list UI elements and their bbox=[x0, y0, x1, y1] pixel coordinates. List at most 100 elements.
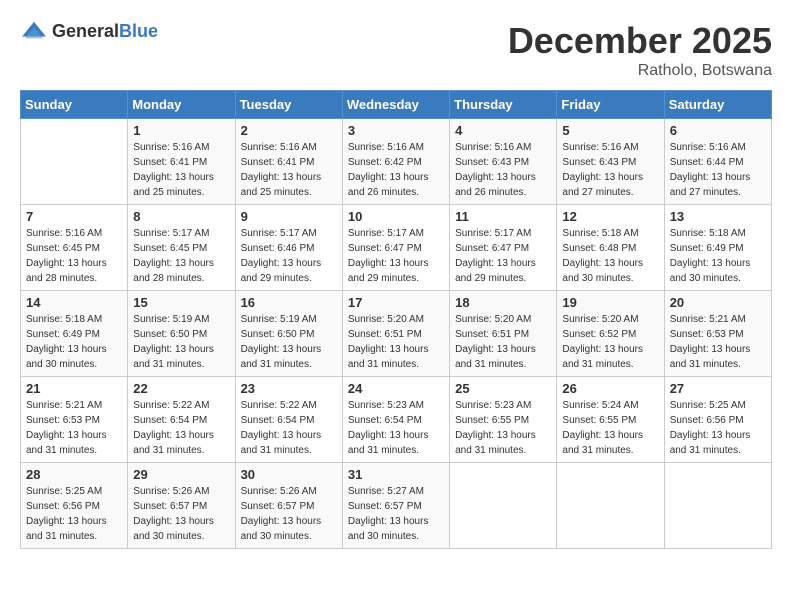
day-info: Sunrise: 5:22 AM Sunset: 6:54 PM Dayligh… bbox=[133, 398, 229, 458]
day-number: 9 bbox=[241, 209, 337, 224]
calendar-cell: 20 Sunrise: 5:21 AM Sunset: 6:53 PM Dayli… bbox=[664, 291, 771, 377]
page-header: GeneralBlue December 2025 Ratholo, Botsw… bbox=[20, 20, 772, 80]
day-info: Sunrise: 5:24 AM Sunset: 6:55 PM Dayligh… bbox=[562, 398, 658, 458]
day-info: Sunrise: 5:17 AM Sunset: 6:47 PM Dayligh… bbox=[348, 226, 444, 286]
day-info: Sunrise: 5:20 AM Sunset: 6:52 PM Dayligh… bbox=[562, 312, 658, 372]
day-number: 29 bbox=[133, 467, 229, 482]
calendar-cell: 31 Sunrise: 5:27 AM Sunset: 6:57 PM Dayli… bbox=[342, 463, 449, 549]
calendar-week-row: 21 Sunrise: 5:21 AM Sunset: 6:53 PM Dayli… bbox=[21, 377, 772, 463]
calendar-cell: 24 Sunrise: 5:23 AM Sunset: 6:54 PM Dayli… bbox=[342, 377, 449, 463]
calendar-cell: 17 Sunrise: 5:20 AM Sunset: 6:51 PM Dayli… bbox=[342, 291, 449, 377]
calendar-cell: 28 Sunrise: 5:25 AM Sunset: 6:56 PM Dayli… bbox=[21, 463, 128, 549]
day-info: Sunrise: 5:18 AM Sunset: 6:48 PM Dayligh… bbox=[562, 226, 658, 286]
location-title: Ratholo, Botswana bbox=[508, 62, 772, 80]
day-number: 16 bbox=[241, 295, 337, 310]
calendar-cell: 8 Sunrise: 5:17 AM Sunset: 6:45 PM Daylig… bbox=[128, 205, 235, 291]
calendar-week-row: 7Sunrise: 5:16 AM Sunset: 6:45 PM Daylig… bbox=[21, 205, 772, 291]
calendar-cell: 10Sunrise: 5:17 AM Sunset: 6:47 PM Dayli… bbox=[342, 205, 449, 291]
day-number: 31 bbox=[348, 467, 444, 482]
day-info: Sunrise: 5:27 AM Sunset: 6:57 PM Dayligh… bbox=[348, 484, 444, 544]
calendar-day-header: Thursday bbox=[450, 91, 557, 119]
calendar-cell: 21 Sunrise: 5:21 AM Sunset: 6:53 PM Dayli… bbox=[21, 377, 128, 463]
day-number: 22 bbox=[133, 381, 229, 396]
calendar-day-header: Monday bbox=[128, 91, 235, 119]
calendar-day-header: Wednesday bbox=[342, 91, 449, 119]
calendar-day-header: Friday bbox=[557, 91, 664, 119]
calendar-week-row: 14Sunrise: 5:18 AM Sunset: 6:49 PM Dayli… bbox=[21, 291, 772, 377]
calendar-cell: 9 Sunrise: 5:17 AM Sunset: 6:46 PM Daylig… bbox=[235, 205, 342, 291]
calendar-day-header: Tuesday bbox=[235, 91, 342, 119]
day-number: 4 bbox=[455, 123, 551, 138]
title-section: December 2025 Ratholo, Botswana bbox=[508, 20, 772, 80]
day-info: Sunrise: 5:25 AM Sunset: 6:56 PM Dayligh… bbox=[26, 484, 122, 544]
day-info: Sunrise: 5:21 AM Sunset: 6:53 PM Dayligh… bbox=[26, 398, 122, 458]
calendar-cell: 3 Sunrise: 5:16 AM Sunset: 6:42 PM Daylig… bbox=[342, 119, 449, 205]
calendar-week-row: 1 Sunrise: 5:16 AM Sunset: 6:41 PM Daylig… bbox=[21, 119, 772, 205]
day-info: Sunrise: 5:22 AM Sunset: 6:54 PM Dayligh… bbox=[241, 398, 337, 458]
day-info: Sunrise: 5:26 AM Sunset: 6:57 PM Dayligh… bbox=[241, 484, 337, 544]
day-number: 30 bbox=[241, 467, 337, 482]
day-number: 2 bbox=[241, 123, 337, 138]
day-number: 21 bbox=[26, 381, 122, 396]
day-number: 24 bbox=[348, 381, 444, 396]
day-number: 27 bbox=[670, 381, 766, 396]
calendar-cell: 19 Sunrise: 5:20 AM Sunset: 6:52 PM Dayli… bbox=[557, 291, 664, 377]
day-info: Sunrise: 5:16 AM Sunset: 6:41 PM Dayligh… bbox=[241, 140, 337, 200]
day-info: Sunrise: 5:16 AM Sunset: 6:45 PM Dayligh… bbox=[26, 226, 122, 286]
day-info: Sunrise: 5:19 AM Sunset: 6:50 PM Dayligh… bbox=[133, 312, 229, 372]
day-number: 17 bbox=[348, 295, 444, 310]
calendar-cell bbox=[557, 463, 664, 549]
day-info: Sunrise: 5:18 AM Sunset: 6:49 PM Dayligh… bbox=[26, 312, 122, 372]
day-info: Sunrise: 5:20 AM Sunset: 6:51 PM Dayligh… bbox=[455, 312, 551, 372]
logo-blue-text: Blue bbox=[119, 21, 158, 41]
day-number: 15 bbox=[133, 295, 229, 310]
day-number: 11 bbox=[455, 209, 551, 224]
logo-general-text: General bbox=[52, 21, 119, 41]
calendar-week-row: 28 Sunrise: 5:25 AM Sunset: 6:56 PM Dayli… bbox=[21, 463, 772, 549]
calendar-cell: 22 Sunrise: 5:22 AM Sunset: 6:54 PM Dayli… bbox=[128, 377, 235, 463]
day-info: Sunrise: 5:17 AM Sunset: 6:45 PM Dayligh… bbox=[133, 226, 229, 286]
day-info: Sunrise: 5:21 AM Sunset: 6:53 PM Dayligh… bbox=[670, 312, 766, 372]
calendar-cell: 27 Sunrise: 5:25 AM Sunset: 6:56 PM Dayli… bbox=[664, 377, 771, 463]
calendar-cell: 26 Sunrise: 5:24 AM Sunset: 6:55 PM Dayli… bbox=[557, 377, 664, 463]
calendar-cell: 16 Sunrise: 5:19 AM Sunset: 6:50 PM Dayli… bbox=[235, 291, 342, 377]
calendar-cell: 14Sunrise: 5:18 AM Sunset: 6:49 PM Dayli… bbox=[21, 291, 128, 377]
day-info: Sunrise: 5:26 AM Sunset: 6:57 PM Dayligh… bbox=[133, 484, 229, 544]
day-info: Sunrise: 5:20 AM Sunset: 6:51 PM Dayligh… bbox=[348, 312, 444, 372]
calendar-cell: 6Sunrise: 5:16 AM Sunset: 6:44 PM Daylig… bbox=[664, 119, 771, 205]
calendar-cell: 25Sunrise: 5:23 AM Sunset: 6:55 PM Dayli… bbox=[450, 377, 557, 463]
calendar-cell bbox=[664, 463, 771, 549]
calendar-cell: 4 Sunrise: 5:16 AM Sunset: 6:43 PM Daylig… bbox=[450, 119, 557, 205]
calendar-cell: 2 Sunrise: 5:16 AM Sunset: 6:41 PM Daylig… bbox=[235, 119, 342, 205]
month-title: December 2025 bbox=[508, 20, 772, 62]
day-number: 8 bbox=[133, 209, 229, 224]
day-number: 19 bbox=[562, 295, 658, 310]
day-info: Sunrise: 5:25 AM Sunset: 6:56 PM Dayligh… bbox=[670, 398, 766, 458]
day-number: 1 bbox=[133, 123, 229, 138]
day-info: Sunrise: 5:17 AM Sunset: 6:46 PM Dayligh… bbox=[241, 226, 337, 286]
calendar-header-row: SundayMondayTuesdayWednesdayThursdayFrid… bbox=[21, 91, 772, 119]
calendar-day-header: Sunday bbox=[21, 91, 128, 119]
calendar-day-header: Saturday bbox=[664, 91, 771, 119]
day-number: 20 bbox=[670, 295, 766, 310]
day-number: 18 bbox=[455, 295, 551, 310]
day-number: 25 bbox=[455, 381, 551, 396]
day-number: 3 bbox=[348, 123, 444, 138]
calendar-body: 1 Sunrise: 5:16 AM Sunset: 6:41 PM Daylig… bbox=[21, 119, 772, 549]
day-number: 26 bbox=[562, 381, 658, 396]
day-info: Sunrise: 5:16 AM Sunset: 6:43 PM Dayligh… bbox=[562, 140, 658, 200]
day-info: Sunrise: 5:23 AM Sunset: 6:54 PM Dayligh… bbox=[348, 398, 444, 458]
day-info: Sunrise: 5:19 AM Sunset: 6:50 PM Dayligh… bbox=[241, 312, 337, 372]
day-number: 5 bbox=[562, 123, 658, 138]
day-info: Sunrise: 5:16 AM Sunset: 6:44 PM Dayligh… bbox=[670, 140, 766, 200]
calendar-cell: 11Sunrise: 5:17 AM Sunset: 6:47 PM Dayli… bbox=[450, 205, 557, 291]
calendar-cell: 18 Sunrise: 5:20 AM Sunset: 6:51 PM Dayli… bbox=[450, 291, 557, 377]
logo-icon bbox=[20, 20, 48, 42]
day-number: 13 bbox=[670, 209, 766, 224]
day-info: Sunrise: 5:16 AM Sunset: 6:43 PM Dayligh… bbox=[455, 140, 551, 200]
calendar-cell: 13 Sunrise: 5:18 AM Sunset: 6:49 PM Dayli… bbox=[664, 205, 771, 291]
calendar-cell: 30 Sunrise: 5:26 AM Sunset: 6:57 PM Dayli… bbox=[235, 463, 342, 549]
day-info: Sunrise: 5:16 AM Sunset: 6:42 PM Dayligh… bbox=[348, 140, 444, 200]
day-info: Sunrise: 5:18 AM Sunset: 6:49 PM Dayligh… bbox=[670, 226, 766, 286]
day-number: 28 bbox=[26, 467, 122, 482]
